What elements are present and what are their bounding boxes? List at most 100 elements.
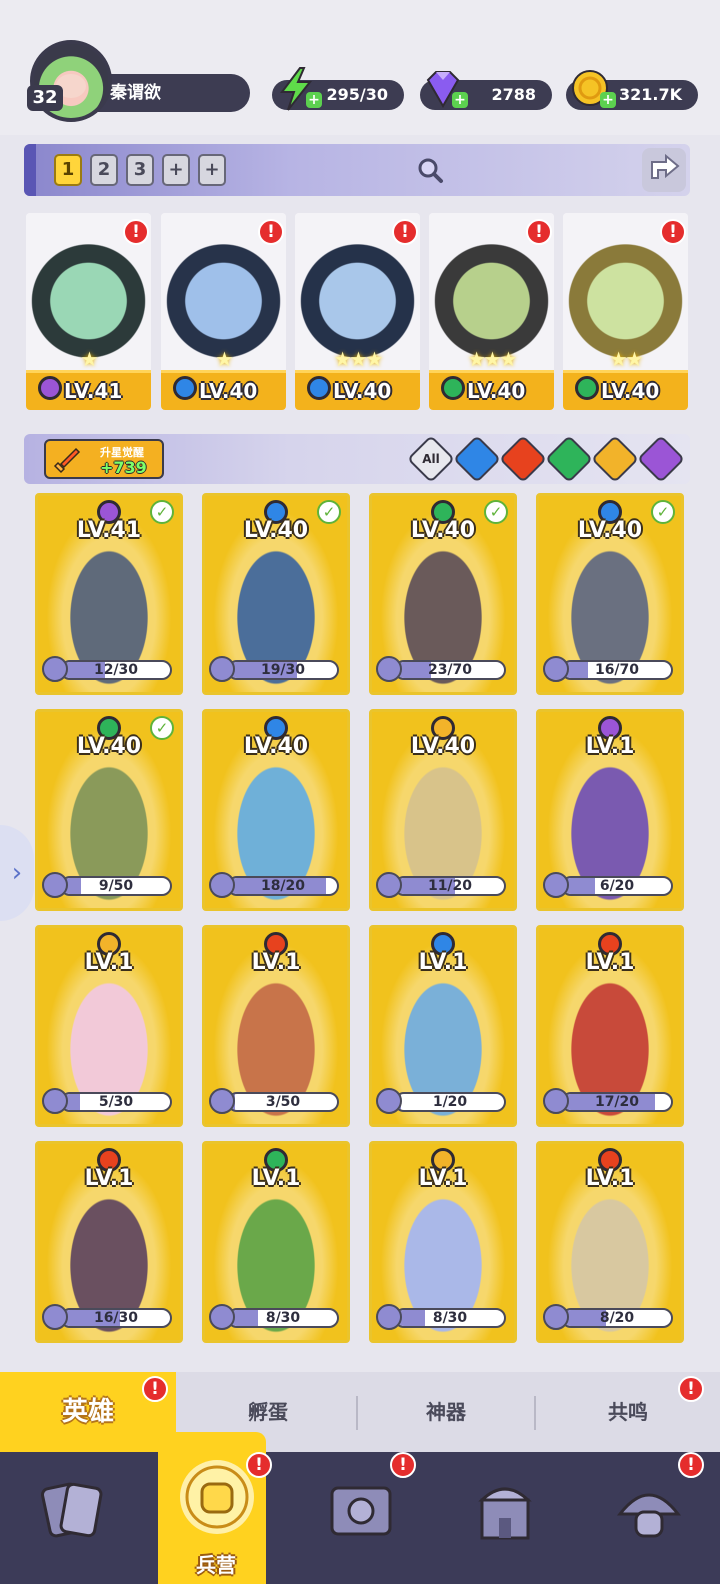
hero-level: LV.41 xyxy=(64,379,123,403)
fragment-count: 8/20 xyxy=(599,1310,635,1326)
fragment-progress-bar: 16/70 xyxy=(561,660,673,680)
wind-element-icon xyxy=(575,376,599,400)
fragment-icon xyxy=(543,656,569,682)
awaken-counter[interactable]: 升星觉醒 +739 xyxy=(44,439,164,479)
filter-fire-button[interactable] xyxy=(498,434,548,484)
fragment-progress-bar: 23/70 xyxy=(394,660,506,680)
mushroom-icon xyxy=(616,1493,682,1538)
side-expand-arrow[interactable]: › xyxy=(0,825,34,921)
hero-card[interactable]: LV.1 8/20 xyxy=(536,1141,684,1343)
hero-card[interactable]: ✓ LV.41 12/30 xyxy=(35,493,183,695)
fragment-count: 18/20 xyxy=(260,878,306,894)
hero-level: LV.1 xyxy=(84,950,134,975)
fragment-count: 23/70 xyxy=(427,662,473,678)
formation-card[interactable]: ★ LV.41! xyxy=(26,213,151,410)
fragment-count: 11/20 xyxy=(427,878,473,894)
star-rating: ★ xyxy=(80,347,99,371)
formation-card[interactable]: ★★★ LV.40! xyxy=(295,213,420,410)
hero-card[interactable]: ✓ LV.40 19/30 xyxy=(202,493,350,695)
star-rating: ★★★ xyxy=(467,347,518,371)
fragment-icon xyxy=(543,1304,569,1330)
filter-water-button[interactable] xyxy=(452,434,502,484)
hero-card[interactable]: LV.40 11/20 xyxy=(369,709,517,911)
hero-level: LV.1 xyxy=(251,950,301,975)
fragment-count: 16/30 xyxy=(93,1310,139,1326)
fragment-progress-bar: 3/50 xyxy=(227,1092,339,1112)
hero-card[interactable]: LV.1 5/30 xyxy=(35,925,183,1127)
hero-card[interactable]: LV.1 6/20 xyxy=(536,709,684,911)
team-add-button-2[interactable]: + xyxy=(198,154,226,186)
hero-level: LV.40 xyxy=(601,379,660,403)
sub-tabs: 英雄 孵蛋 神器 共鸣 ! ! xyxy=(0,1372,720,1452)
fragment-count: 1/20 xyxy=(432,1094,468,1110)
formation-card[interactable]: ★ LV.40! xyxy=(161,213,286,410)
gold-plus-icon[interactable]: + xyxy=(600,92,616,108)
team-bar: 1 2 3 + + xyxy=(24,144,690,196)
castle-icon xyxy=(478,1487,532,1540)
fragment-progress-bar: 8/30 xyxy=(227,1308,339,1328)
team-tab-1[interactable]: 1 xyxy=(54,154,82,186)
fragment-progress-bar: 12/30 xyxy=(60,660,172,680)
team-bar-accent xyxy=(24,144,36,196)
awaken-value: +739 xyxy=(100,458,147,477)
map-icon xyxy=(330,1486,392,1536)
hero-card[interactable]: LV.1 16/30 xyxy=(35,1141,183,1343)
fragment-count: 8/30 xyxy=(432,1310,468,1326)
hero-level: LV.40 xyxy=(467,379,526,403)
filter-bar: 升星觉醒 +739 All xyxy=(24,434,690,484)
subtab-artifact[interactable]: 神器 xyxy=(358,1372,534,1452)
hero-card[interactable]: LV.1 1/20 xyxy=(369,925,517,1127)
energy-plus-icon[interactable]: + xyxy=(306,92,322,108)
fragment-count: 3/50 xyxy=(265,1094,301,1110)
team-add-button-1[interactable]: + xyxy=(162,154,190,186)
cards-icon xyxy=(40,1482,103,1538)
fragment-count: 19/30 xyxy=(260,662,306,678)
alert-icon: ! xyxy=(123,219,149,245)
hero-card[interactable]: LV.40 18/20 xyxy=(202,709,350,911)
team-tab-3[interactable]: 3 xyxy=(126,154,154,186)
fragment-count: 12/30 xyxy=(93,662,139,678)
hero-level: LV.40 xyxy=(410,518,476,543)
fragment-progress-bar: 17/20 xyxy=(561,1092,673,1112)
gem-plus-icon[interactable]: + xyxy=(452,92,468,108)
hero-level: LV.1 xyxy=(418,1166,468,1191)
alert-icon: ! xyxy=(526,219,552,245)
nav-barracks[interactable]: 兵营 ! xyxy=(144,1432,288,1584)
nav-cards[interactable] xyxy=(0,1452,144,1584)
hero-card[interactable]: ✓ LV.40 9/50 xyxy=(35,709,183,911)
fragment-count: 16/70 xyxy=(594,662,640,678)
hero-level: LV.1 xyxy=(251,1166,301,1191)
hero-level: LV.40 xyxy=(333,379,392,403)
nav-castle[interactable] xyxy=(432,1452,576,1584)
dark-element-icon xyxy=(38,376,62,400)
formation-card[interactable]: ★★★ LV.40! xyxy=(429,213,554,410)
fragment-count: 5/30 xyxy=(98,1094,134,1110)
share-icon[interactable] xyxy=(642,148,686,192)
nav-map[interactable]: ! xyxy=(288,1452,432,1584)
fragment-progress-bar: 1/20 xyxy=(394,1092,506,1112)
hero-card[interactable]: LV.1 3/50 xyxy=(202,925,350,1127)
hero-card[interactable]: LV.1 8/30 xyxy=(202,1141,350,1343)
hero-card[interactable]: LV.1 17/20 xyxy=(536,925,684,1127)
filter-wind-button[interactable] xyxy=(544,434,594,484)
hero-level: LV.1 xyxy=(84,1166,134,1191)
nav-mushroom[interactable]: ! xyxy=(576,1452,720,1584)
alert-icon: ! xyxy=(678,1376,704,1402)
fragment-icon xyxy=(42,1088,68,1114)
player-level-badge: 32 xyxy=(27,85,63,111)
search-icon[interactable] xyxy=(416,156,444,184)
formation-card[interactable]: ★★ LV.40! xyxy=(563,213,688,410)
hero-level: LV.40 xyxy=(76,734,142,759)
filter-light-button[interactable] xyxy=(590,434,640,484)
alert-icon: ! xyxy=(390,1452,416,1478)
fragment-icon xyxy=(543,872,569,898)
fragment-icon xyxy=(42,656,68,682)
hero-card[interactable]: ✓ LV.40 16/70 xyxy=(536,493,684,695)
fragment-count: 8/30 xyxy=(265,1310,301,1326)
team-tab-2[interactable]: 2 xyxy=(90,154,118,186)
hero-card[interactable]: LV.1 8/30 xyxy=(369,1141,517,1343)
hero-card[interactable]: ✓ LV.40 23/70 xyxy=(369,493,517,695)
filter-dark-button[interactable] xyxy=(636,434,686,484)
fragment-icon xyxy=(376,1304,402,1330)
hero-level: LV.1 xyxy=(585,734,635,759)
